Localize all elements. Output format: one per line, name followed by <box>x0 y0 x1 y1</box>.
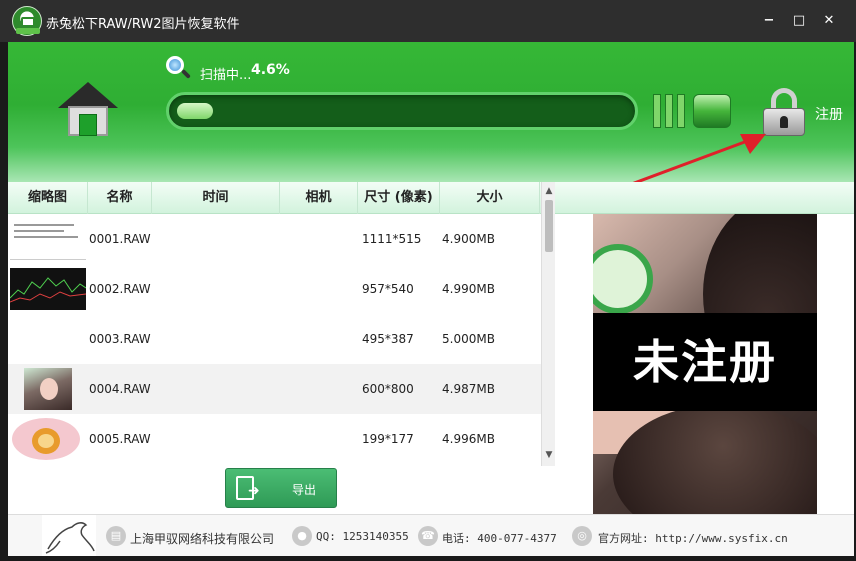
footer-bar: ▤ 上海甲驭网络科技有限公司 ● QQ: 1253140355 ☎ 电话: 40… <box>8 514 854 557</box>
home-button[interactable] <box>58 82 118 138</box>
file-size: 4.996MB <box>442 432 495 446</box>
column-thumbnail[interactable]: 缩略图 <box>8 182 88 214</box>
export-icon: ➜ <box>236 476 262 500</box>
window-title: 赤兔松下RAW/RW2图片恢复软件 <box>46 17 240 32</box>
file-name: 0002.RAW <box>89 282 151 296</box>
file-name: 0003.RAW <box>89 332 151 346</box>
home-icon <box>58 82 118 108</box>
app-logo-icon <box>12 6 42 36</box>
table-row[interactable]: 0002.RAW 957*540 4.990MB <box>8 264 541 314</box>
file-size: 4.900MB <box>442 232 495 246</box>
file-thumbnail <box>12 418 80 460</box>
file-dimensions: 1111*515 <box>362 232 422 246</box>
file-dimensions: 957*540 <box>362 282 414 296</box>
file-thumbnail <box>10 268 86 310</box>
close-button[interactable]: ✕ <box>820 12 838 30</box>
file-name: 0001.RAW <box>89 232 151 246</box>
file-name: 0005.RAW <box>89 432 151 446</box>
list-view-icon[interactable] <box>653 94 661 128</box>
file-dimensions: 600*800 <box>362 382 414 396</box>
file-thumbnail <box>24 368 72 410</box>
table-row[interactable]: 0003.RAW 495*387 5.000MB <box>8 314 541 364</box>
table-row[interactable]: 0004.RAW 600*800 4.987MB <box>8 364 541 414</box>
file-thumbnail <box>10 218 86 260</box>
website-link[interactable]: 官方网址: http://www.sysfix.cn <box>598 530 788 546</box>
file-thumbnail <box>10 318 86 360</box>
file-dimensions: 495*387 <box>362 332 414 346</box>
file-name: 0004.RAW <box>89 382 151 396</box>
scroll-down-arrow-icon[interactable]: ▼ <box>542 448 555 462</box>
table-row[interactable]: 0001.RAW 1111*515 4.900MB <box>8 214 541 264</box>
company-name: 上海甲驭网络科技有限公司 <box>130 532 275 546</box>
recovered-files-table: 缩略图 名称 时间 相机 尺寸 (像素) 大小 0001.RAW 1111*51… <box>8 182 555 466</box>
qq-number: QQ: 1253140355 <box>316 530 409 543</box>
export-label: 导出 <box>292 483 317 497</box>
column-time[interactable]: 时间 <box>152 182 280 214</box>
scroll-up-arrow-icon[interactable]: ▲ <box>542 184 555 198</box>
column-camera[interactable]: 相机 <box>280 182 358 214</box>
column-size[interactable]: 大小 <box>440 182 540 214</box>
file-dimensions: 199*177 <box>362 432 414 446</box>
phone-icon: ☎ <box>418 526 438 546</box>
file-size: 4.990MB <box>442 282 495 296</box>
title-bar: 赤兔松下RAW/RW2图片恢复软件 − □ ✕ <box>0 0 856 42</box>
scan-status-text: 扫描中... <box>200 68 252 83</box>
scan-progress-fill <box>177 103 213 119</box>
column-dimensions[interactable]: 尺寸 (像素) <box>358 182 440 214</box>
export-button[interactable]: ➜ 导出 <box>225 468 337 508</box>
table-scrollbar[interactable]: ▲ ▼ <box>541 182 555 466</box>
unregistered-watermark: 未注册 <box>633 335 777 389</box>
scan-progress-bar <box>166 92 638 130</box>
table-header: 缩略图 名称 时间 相机 尺寸 (像素) 大小 <box>8 182 541 214</box>
globe-icon: ◎ <box>572 526 592 546</box>
view-mode-toggle[interactable] <box>653 94 733 128</box>
column-name[interactable]: 名称 <box>88 182 152 214</box>
company-logo-icon <box>42 515 96 557</box>
file-size: 5.000MB <box>442 332 495 346</box>
minimize-button[interactable]: − <box>760 12 778 30</box>
register-label[interactable]: 注册 <box>815 104 843 124</box>
phone-number: 电话: 400-077-4377 <box>442 532 557 545</box>
preview-header <box>555 182 854 214</box>
scan-percent-text: 4.6% <box>251 62 290 78</box>
company-icon: ▤ <box>106 526 126 546</box>
qq-icon: ● <box>292 526 312 546</box>
table-row[interactable]: 0005.RAW 199*177 4.996MB <box>8 414 541 464</box>
file-size: 4.987MB <box>442 382 495 396</box>
thumbnail-view-icon[interactable] <box>693 94 731 128</box>
scrollbar-thumb[interactable] <box>545 200 553 252</box>
magnifier-icon <box>166 56 191 80</box>
maximize-button[interactable]: □ <box>790 12 808 30</box>
